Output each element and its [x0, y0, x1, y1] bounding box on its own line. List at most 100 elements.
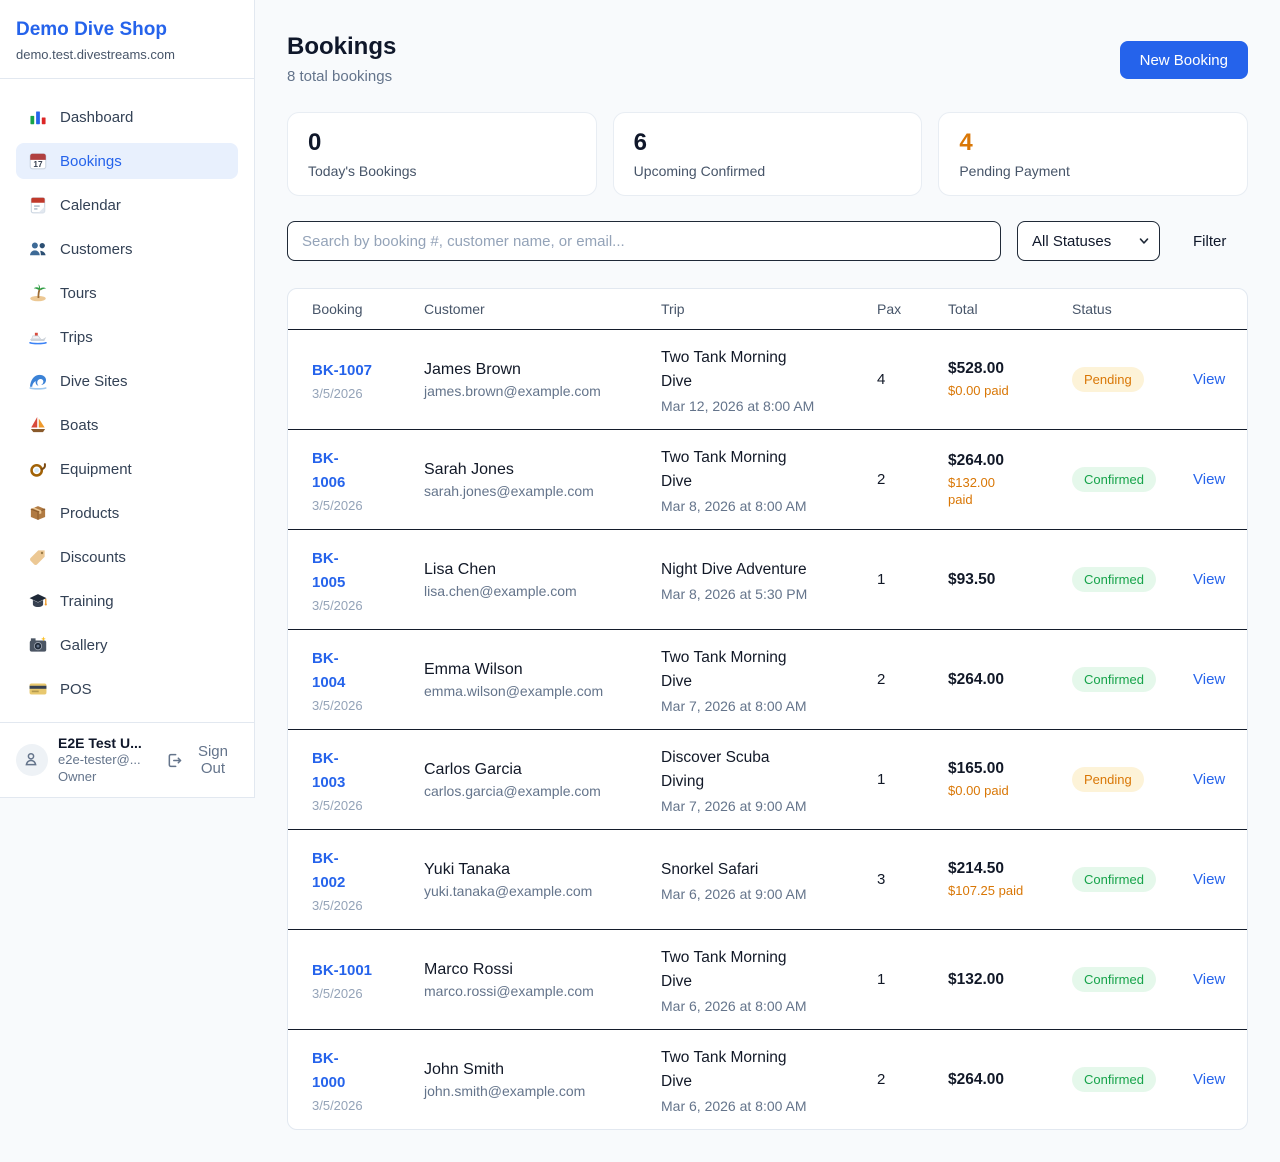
total-amount: $528.00 [948, 360, 1060, 378]
customer-cell: Lisa Chen lisa.chen@example.com [424, 561, 661, 599]
booking-id-link[interactable]: BK- 1000 [312, 1047, 412, 1095]
stat-card-todays-bookings: 0 Today's Bookings [287, 112, 597, 196]
bar-chart-icon [28, 107, 48, 127]
total-amount: $93.50 [948, 571, 1060, 589]
sign-out-button[interactable]: Sign Out [165, 743, 238, 777]
actions-cell: View [1193, 671, 1237, 689]
customer-cell: James Brown james.brown@example.com [424, 361, 661, 399]
sidebar-item-equipment[interactable]: Equipment [16, 451, 238, 487]
view-link[interactable]: View [1193, 671, 1225, 688]
status-badge: Pending [1072, 367, 1144, 392]
trip-cell: Two Tank Morning Dive Mar 6, 2026 at 8:0… [661, 1046, 877, 1114]
total-cell: $264.00 [948, 671, 1072, 689]
sidebar-item-label: Equipment [60, 461, 132, 478]
sidebar-item-dive-sites[interactable]: Dive Sites [16, 363, 238, 399]
wave-icon [28, 371, 48, 391]
new-booking-button[interactable]: New Booking [1120, 41, 1248, 79]
sidebar-item-label: Tours [60, 285, 97, 302]
sidebar-item-customers[interactable]: Customers [16, 231, 238, 267]
stat-card-pending-payment: 4 Pending Payment [938, 112, 1248, 196]
app-root: Demo Dive Shop demo.test.divestreams.com… [0, 0, 1280, 1130]
booking-id-link[interactable]: BK- 1003 [312, 747, 412, 795]
booking-id-link[interactable]: BK- 1002 [312, 847, 412, 895]
booking-id-link[interactable]: BK-1007 [312, 359, 412, 383]
filter-button[interactable]: Filter [1193, 233, 1226, 250]
column-header-trip: Trip [661, 301, 877, 317]
actions-cell: View [1193, 1071, 1237, 1089]
pax-count: 2 [877, 1071, 948, 1088]
sidebar-item-dashboard[interactable]: Dashboard [16, 99, 238, 135]
booking-date: 3/5/2026 [312, 1098, 412, 1113]
sidebar-item-boats[interactable]: Boats [16, 407, 238, 443]
user-name: E2E Test U... [58, 735, 155, 751]
actions-cell: View [1193, 471, 1237, 489]
stat-value: 0 [308, 128, 576, 157]
booking-id-link[interactable]: BK- 1004 [312, 647, 412, 695]
brand: Demo Dive Shop demo.test.divestreams.com [0, 0, 254, 79]
booking-cell: BK- 1002 3/5/2026 [312, 847, 424, 913]
camera-icon [28, 635, 48, 655]
column-header-total: Total [948, 301, 1072, 317]
booking-id-link[interactable]: BK- 1005 [312, 547, 412, 595]
sidebar-item-training[interactable]: Training [16, 583, 238, 619]
booking-cell: BK- 1006 3/5/2026 [312, 447, 424, 513]
view-link[interactable]: View [1193, 371, 1225, 388]
sidebar-item-gallery[interactable]: Gallery [16, 627, 238, 663]
status-badge: Confirmed [1072, 967, 1156, 992]
sidebar-item-bookings[interactable]: 17Bookings [16, 143, 238, 179]
user-role: Owner [58, 768, 155, 785]
pax-count: 2 [877, 471, 948, 488]
sidebar-item-tours[interactable]: Tours [16, 275, 238, 311]
view-link[interactable]: View [1193, 771, 1225, 788]
sidebar-item-label: Products [60, 505, 119, 522]
status-cell: Pending [1072, 767, 1193, 792]
customer-email: marco.rossi@example.com [424, 983, 649, 999]
booking-id-link[interactable]: BK-1001 [312, 959, 412, 983]
status-badge: Confirmed [1072, 1067, 1156, 1092]
sidebar-item-label: Calendar [60, 197, 121, 214]
sidebar-item-calendar[interactable]: Calendar [16, 187, 238, 223]
actions-cell: View [1193, 871, 1237, 889]
view-link[interactable]: View [1193, 571, 1225, 588]
stat-label: Today's Bookings [308, 163, 576, 179]
stat-value: 6 [634, 128, 902, 157]
sidebar-item-products[interactable]: Products [16, 495, 238, 531]
booking-date: 3/5/2026 [312, 498, 412, 513]
sidebar-item-label: Boats [60, 417, 98, 434]
sidebar-item-pos[interactable]: POS [16, 671, 238, 707]
trip-cell: Snorkel Safari Mar 6, 2026 at 9:00 AM [661, 858, 877, 902]
search-input[interactable] [287, 221, 1001, 261]
trip-datetime: Mar 7, 2026 at 8:00 AM [661, 698, 865, 714]
pax-count: 4 [877, 371, 948, 388]
sidebar-item-label: Bookings [60, 153, 122, 170]
stat-value: 4 [959, 128, 1227, 157]
view-link[interactable]: View [1193, 871, 1225, 888]
user-box: E2E Test U... e2e-tester@... Owner Sign … [0, 722, 254, 797]
customer-email: james.brown@example.com [424, 383, 649, 399]
view-link[interactable]: View [1193, 971, 1225, 988]
status-select[interactable]: All Statuses [1017, 221, 1160, 261]
status-badge: Confirmed [1072, 567, 1156, 592]
main-content: Bookings 8 total bookings New Booking 0 … [255, 0, 1280, 1130]
trip-name: Two Tank Morning Dive [661, 1046, 865, 1094]
paid-amount: $132.00 paid [948, 474, 1060, 508]
sign-out-label: Sign Out [188, 743, 238, 777]
view-link[interactable]: View [1193, 471, 1225, 488]
sidebar-item-discounts[interactable]: Discounts [16, 539, 238, 575]
customer-name: Carlos Garcia [424, 761, 649, 779]
sidebar-item-trips[interactable]: Trips [16, 319, 238, 355]
status-cell: Confirmed [1072, 1067, 1193, 1092]
customer-email: emma.wilson@example.com [424, 683, 649, 699]
trip-cell: Two Tank Morning Dive Mar 8, 2026 at 8:0… [661, 446, 877, 514]
total-amount: $214.50 [948, 860, 1060, 878]
booking-cell: BK- 1000 3/5/2026 [312, 1047, 424, 1113]
status-badge: Confirmed [1072, 867, 1156, 892]
actions-cell: View [1193, 571, 1237, 589]
booking-id-link[interactable]: BK- 1006 [312, 447, 412, 495]
sidebar-item-label: Discounts [60, 549, 126, 566]
paid-amount: $107.25 paid [948, 882, 1060, 899]
bookings-table: Booking Customer Trip Pax Total Status B… [287, 288, 1248, 1130]
customer-name: John Smith [424, 1061, 649, 1079]
view-link[interactable]: View [1193, 1071, 1225, 1088]
table-row: BK- 1005 3/5/2026 Lisa Chen lisa.chen@ex… [288, 529, 1247, 629]
